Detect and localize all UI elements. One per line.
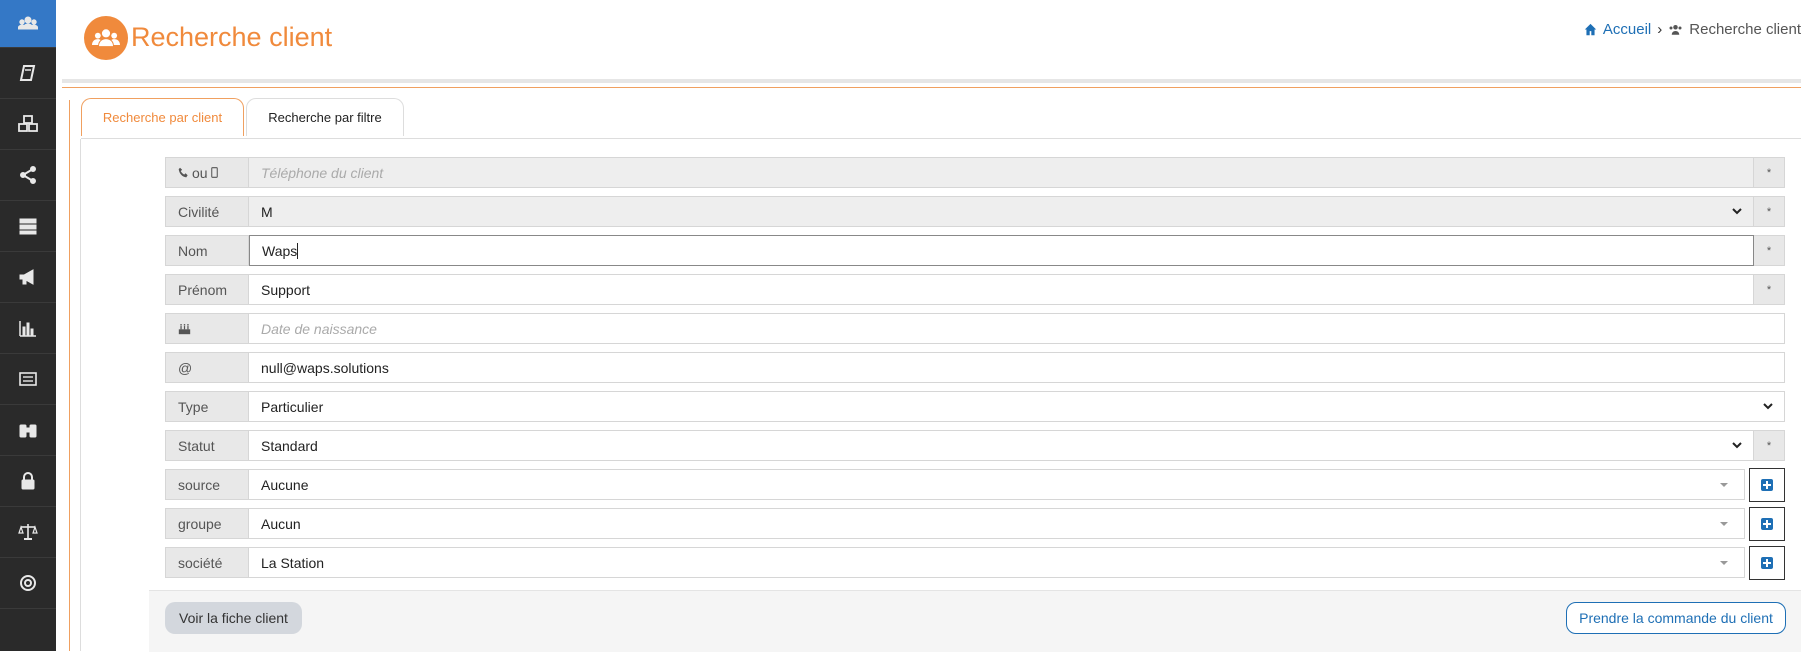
groupe-select[interactable]: Aucun [249,508,1745,539]
take-order-button[interactable]: Prendre la commande du client [1566,602,1786,634]
type-label: Type [165,391,249,422]
chevron-down-icon [1732,208,1742,215]
email-row: @ null@waps.solutions [165,352,1785,383]
source-select[interactable]: Aucune [249,469,1745,500]
breadcrumb: Accueil › Recherche client [1584,21,1801,38]
panel-top-border [62,87,1801,88]
panel-left-border [69,100,70,651]
societe-label: société [165,547,249,578]
birthdate-input[interactable]: Date de naissance [249,313,1785,344]
view-client-button[interactable]: Voir la fiche client [165,602,302,634]
sidebar-item-list[interactable] [0,354,56,405]
birthdate-label [165,313,249,344]
home-icon [1584,23,1597,36]
caret-down-icon [1720,561,1728,565]
tabs-divider [81,138,1801,139]
sidebar-item-server[interactable] [0,201,56,252]
sidebar [0,0,56,651]
nom-row: Nom Waps * [165,235,1785,266]
phone-required-marker: * [1754,157,1785,188]
lock-icon [21,472,35,490]
plus-square-icon [1761,557,1773,569]
nom-label: Nom [165,235,249,266]
sidebar-item-security[interactable] [0,456,56,507]
sidebar-item-clients[interactable] [0,0,56,48]
add-societe-button[interactable] [1749,546,1785,580]
book-icon [19,65,36,81]
email-label: @ [165,352,249,383]
civility-select[interactable]: M [249,196,1754,227]
breadcrumb-separator: › [1657,21,1663,38]
sidebar-item-marketing[interactable] [0,252,56,303]
caret-down-icon [1720,522,1728,526]
add-source-button[interactable] [1749,468,1785,502]
mobile-icon [210,167,218,178]
tab-search-by-filter[interactable]: Recherche par filtre [246,98,404,136]
text-cursor [297,242,299,259]
users-icon [1669,25,1682,35]
binoculars-icon [19,424,37,438]
societe-select[interactable]: La Station [249,547,1745,578]
phone-label: ou [165,157,249,188]
birthday-cake-icon [178,324,191,335]
email-input[interactable]: null@waps.solutions [249,352,1785,383]
header-divider [62,79,1801,83]
statut-required-marker: * [1754,430,1785,461]
prenom-label: Prénom [165,274,249,305]
statut-select[interactable]: Standard [249,430,1754,461]
breadcrumb-home-link[interactable]: Accueil [1603,21,1651,38]
tab-search-by-client[interactable]: Recherche par client [81,98,244,136]
source-label: source [165,469,249,500]
chevron-down-icon [1763,403,1773,410]
bar-chart-icon [19,321,36,337]
civility-required-marker: * [1754,196,1785,227]
sidebar-item-book[interactable] [0,48,56,99]
life-ring-icon [20,575,36,591]
sidebar-item-share[interactable] [0,150,56,201]
share-icon [20,166,36,184]
nom-required-marker: * [1754,235,1785,266]
civility-row: Civilité M * [165,196,1785,227]
phone-input[interactable]: Téléphone du client [249,157,1754,188]
groupe-label: groupe [165,508,249,539]
type-row: Type Particulier [165,391,1785,422]
plus-square-icon [1761,518,1773,530]
type-select[interactable]: Particulier [249,391,1785,422]
prenom-row: Prénom Support * [165,274,1785,305]
sidebar-item-support[interactable] [0,558,56,609]
cubes-icon [18,115,38,132]
phone-row: ou Téléphone du client * [165,157,1785,188]
sidebar-item-products[interactable] [0,99,56,150]
form-footer [149,590,1801,652]
prenom-required-marker: * [1754,274,1785,305]
users-icon [18,16,38,29]
statut-label: Statut [165,430,249,461]
list-icon [19,372,37,386]
birthdate-row: Date de naissance [165,313,1785,344]
server-icon [19,218,37,235]
prenom-input[interactable]: Support [249,274,1754,305]
groupe-row: groupe Aucun [165,507,1785,541]
statut-row: Statut Standard * [165,430,1785,461]
plus-square-icon [1761,479,1773,491]
phone-icon [178,167,188,178]
balance-scale-icon [18,524,38,540]
caret-down-icon [1720,483,1728,487]
societe-row: société La Station [165,546,1785,580]
sidebar-item-legal[interactable] [0,507,56,558]
bullhorn-icon [19,269,34,285]
panel-body-border [80,139,81,651]
chevron-down-icon [1732,442,1742,449]
source-row: source Aucune [165,468,1785,502]
sidebar-item-stats[interactable] [0,303,56,354]
sidebar-item-search[interactable] [0,405,56,456]
nom-input[interactable]: Waps [249,235,1754,266]
page-title: Recherche client [131,22,333,52]
civility-label: Civilité [165,196,249,227]
breadcrumb-current: Recherche client [1689,21,1801,38]
add-groupe-button[interactable] [1749,507,1785,541]
clients-logo-icon [84,16,128,60]
page-header: Recherche client Accueil › Recherche cli… [56,0,1801,80]
